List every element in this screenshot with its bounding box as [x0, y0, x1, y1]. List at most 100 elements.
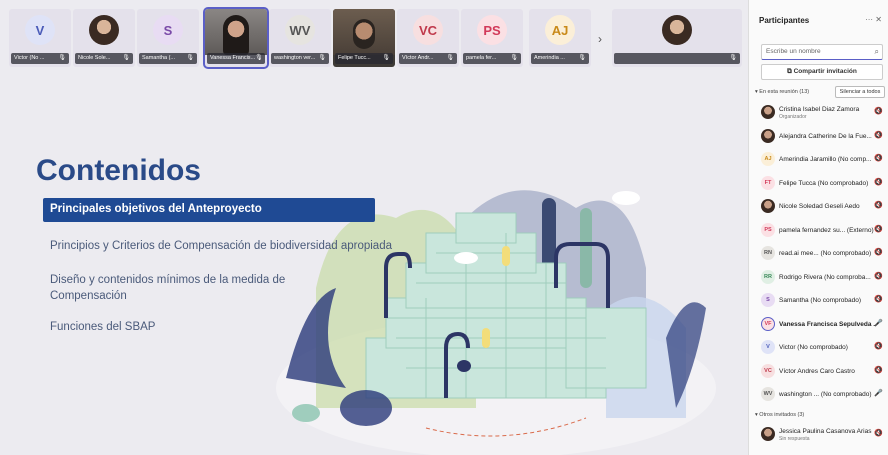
mic-muted-icon: 🎙 [382, 55, 390, 61]
video-tile[interactable]: AJ Amerindia ... 🎙 [529, 9, 591, 67]
tile-name-bar: Nicole Sole... 🎙 [75, 53, 133, 64]
mic-muted-icon: 🎙 [729, 55, 737, 61]
participant-role: Organizador [779, 114, 807, 120]
participant-row[interactable]: Cristina Isabel Diaz Zamora Organizador 🔇 [757, 102, 885, 124]
avatar: WV [761, 387, 775, 401]
mic-muted-icon: 🔇 [874, 225, 883, 233]
participant-name: Felipe Tucca (No comprobado) [779, 179, 869, 187]
tile-name: Amerindia ... [534, 55, 565, 61]
avatar [761, 105, 775, 119]
participant-row[interactable]: Alejandra Catherine De la Fue... 🔇 [757, 126, 885, 148]
shared-slide: Contenidos Principales objetivos del Ant… [6, 74, 730, 455]
video-tile[interactable]: 🎙 [612, 9, 742, 67]
mic-muted-icon: 🔇 [874, 430, 883, 437]
video-strip: › V Victor (No ... 🎙 Nicole Sole... 🎙 S Samant… [0, 0, 748, 74]
mic-muted-icon: 🔇 [874, 131, 883, 139]
participant-row[interactable]: FT Felipe Tucca (No comprobado) 🔇 [757, 173, 885, 195]
video-tile[interactable]: V Victor (No ... 🎙 [9, 9, 71, 67]
avatar [761, 199, 775, 213]
slide-item-principles: Principios y Criterios de Compensación d… [50, 240, 392, 252]
mic-muted-icon: 🔇 [874, 366, 883, 374]
video-tile[interactable]: Felipe Tucc... 🎙 [333, 9, 395, 67]
tile-name-bar: washington ver... 🎙 [271, 53, 329, 64]
avatar: V [761, 340, 775, 354]
panel-title: Participantes [759, 16, 810, 25]
tile-name-bar: Víctor Andr... 🎙 [399, 53, 457, 64]
participant-row[interactable]: Nicole Soledad Geseli Aedo 🔇 [757, 196, 885, 218]
slide-item-design: Diseño y contenidos mínimos de la medida… [50, 272, 320, 304]
in-meeting-section[interactable]: ▾ En esta reunión (13) [755, 89, 809, 95]
tile-name: washington ver... [274, 55, 316, 61]
avatar: AJ [545, 15, 575, 45]
video-tile[interactable]: WV washington ver... 🎙 [269, 9, 331, 67]
avatar: PS [761, 222, 775, 237]
slide-item-objectives: Principales objetivos del Anteproyecto [43, 198, 375, 222]
share-invite-button[interactable]: ⧉ Compartir invitación [761, 64, 883, 80]
mic-muted-icon: 🎙 [122, 55, 130, 61]
tile-name-bar: Amerindia ... 🎙 [531, 53, 589, 64]
tile-name-bar: pamela fer... 🎙 [463, 53, 521, 64]
mic-muted-icon: 🔇 [874, 249, 883, 256]
avatar: RR [761, 269, 775, 284]
tile-name: Samantha (... [142, 55, 176, 61]
mic-muted-icon: 🔇 [874, 272, 883, 280]
participant-row[interactable]: WV washington ... (No comprobado) 🎤 [757, 384, 885, 406]
video-tile[interactable]: S Samantha (... 🎙 [137, 9, 199, 67]
mic-muted-icon: 🎙 [446, 55, 454, 61]
participant-name: Víctor Andres Caro Castro [779, 367, 855, 375]
search-icon: ⌕ [874, 47, 879, 56]
mic-muted-icon: 🎙 [58, 55, 66, 61]
tile-name: pamela fer... [466, 55, 497, 61]
participant-row[interactable]: RR Rodrigo Rivera (No comproba... 🔇 [757, 267, 885, 289]
mic-muted-icon: 🎙 [186, 55, 194, 61]
participant-role: Sin respuesta [779, 436, 810, 442]
participant-row[interactable]: S Samantha (No comprobado) 🔇 [757, 290, 885, 312]
others-section[interactable]: ▾ Otros invitados (3) [755, 412, 804, 418]
participant-name: washington ... (No comprobado) [779, 391, 872, 398]
tile-name: Felipe Tucc... [338, 55, 371, 61]
avatar: PS [477, 15, 507, 45]
mic-muted-icon: 🎙 [578, 55, 586, 61]
participant-search-input[interactable]: Escribe un nombre ⌕ [761, 44, 883, 60]
video-tile[interactable]: VC Víctor Andr... 🎙 [397, 9, 459, 67]
avatar: FT [761, 175, 775, 190]
participant-name: Victor (No comprobado) [779, 344, 848, 351]
participant-row[interactable]: Jessica Paulina Casanova Arias Sin respue… [757, 424, 885, 446]
tile-name-bar: Victor (No ... 🎙 [11, 53, 69, 64]
tile-name: Nicole Sole... [78, 55, 111, 61]
mic-muted-icon: 🔇 [874, 202, 883, 209]
avatar: S [153, 15, 183, 45]
video-feed [205, 9, 267, 55]
tile-name: Victor (No ... [14, 55, 45, 61]
avatar [761, 128, 775, 143]
participant-row[interactable]: VF Vanessa Francisca Sepulveda ... 🎤 [757, 314, 885, 336]
participant-row[interactable]: V Victor (No comprobado) 🔇 [757, 337, 885, 359]
avatar [761, 427, 775, 441]
panel-actions[interactable]: ··· ✕ [865, 15, 882, 24]
slide-item-design-text: Diseño y contenidos mínimos de la medida… [50, 274, 286, 302]
video-tile[interactable]: Nicole Sole... 🎙 [73, 9, 135, 67]
avatar [89, 15, 119, 45]
participant-row[interactable]: RN read.ai mee... (No comprobado) 🔇 [757, 243, 885, 265]
tile-name: Vanessa Francis... [210, 55, 256, 61]
participant-name: Amerindia Jaramillo (No comp... [779, 156, 872, 163]
avatar: AJ [761, 152, 775, 166]
tile-name-bar: Samantha (... 🎙 [139, 53, 197, 64]
participant-name: Alejandra Catherine De la Fue... [779, 132, 872, 140]
video-tile[interactable]: Vanessa Francis... 🎙 [203, 7, 269, 69]
mic-muted-icon: 🔇 [874, 108, 883, 115]
tile-name-bar: Felipe Tucc... 🎙 [335, 53, 393, 64]
participant-row[interactable]: PS pamela fernandez su... (Externo) 🔇 [757, 220, 885, 242]
mic-muted-icon: 🔇 [874, 296, 883, 303]
video-tile[interactable]: PS pamela fer... 🎙 [461, 9, 523, 67]
participant-row[interactable]: VC Víctor Andres Caro Castro 🔇 [757, 361, 885, 383]
participants-panel: Participantes ··· ✕ Escribe un nombre ⌕ … [748, 0, 888, 455]
mute-all-button[interactable]: Silenciar a todos [835, 86, 885, 98]
mic-muted-icon: 🎙 [318, 55, 326, 61]
avatar: VF [761, 316, 775, 331]
participant-name: pamela fernandez su... (Externo) [779, 226, 874, 234]
participant-row[interactable]: AJ Amerindia Jaramillo (No comp... 🔇 [757, 149, 885, 171]
mic-muted-icon: 🔇 [874, 155, 883, 162]
chevron-right-icon[interactable]: › [598, 32, 602, 46]
tile-name-bar: Vanessa Francis... 🎙 [207, 53, 265, 64]
